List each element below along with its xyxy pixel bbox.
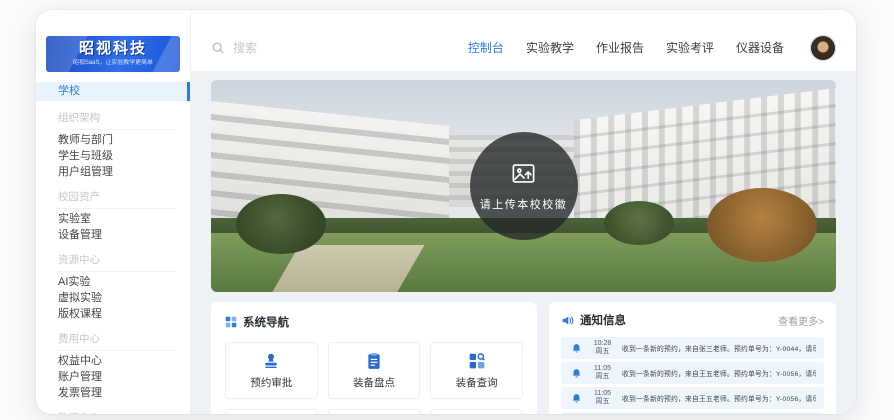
sidebar-item-school[interactable]: 学校 <box>36 82 190 101</box>
notification-row[interactable]: 11:05 周五 收到一条新的预约，来自王五老师。预约单号为：Y-0056，请尽… <box>561 387 824 409</box>
notification-list: 10:28 周五 收到一条新的预约，来自张三老师。预约单号为：Y-0044，请尽… <box>561 337 824 414</box>
grid-icon <box>225 316 237 328</box>
view-more-link[interactable]: 查看更多> <box>778 313 824 328</box>
notification-row[interactable]: 10:28 周五 收到一条新的预约，来自张三老师。预约单号为：Y-0044，请尽… <box>561 337 824 359</box>
tab-instruments[interactable]: 仪器设备 <box>736 39 784 56</box>
bell-icon <box>569 366 583 380</box>
notifications-card: 通知信息 查看更多> 10:28 <box>549 302 836 414</box>
sidebar-item-students-classes[interactable]: 学生与班级 <box>36 148 190 164</box>
stamp-icon <box>262 352 280 370</box>
brand-logo: 昭视科技 昭视SaaS，让实验教学更简单 <box>46 36 180 72</box>
speaker-icon <box>561 314 574 327</box>
sidebar-item-equipment-mgmt[interactable]: 设备管理 <box>36 227 190 243</box>
sidebar: 昭视科技 昭视SaaS，让实验教学更简单 学校 组织架构 教师与部门 学生与班级… <box>36 10 191 414</box>
nav-card-row2-c[interactable] <box>430 409 523 414</box>
image-upload-icon <box>510 160 537 187</box>
tab-console[interactable]: 控制台 <box>468 39 504 56</box>
nav-card-label: 装备查询 <box>456 375 498 390</box>
notification-row[interactable]: 11:05 周五 收到一条新的预约，来自王五老师。预约单号为：Y-0056，请尽… <box>561 412 824 414</box>
notification-time: 11:05 周五 <box>589 390 616 407</box>
sidebar-item-ai-experiment[interactable]: AI实验 <box>36 274 190 290</box>
brand-tagline: 昭视SaaS，让实验教学更简单 <box>56 59 170 67</box>
sidebar-section-data-center: 数据中心 <box>58 410 176 414</box>
sidebar-item-user-groups[interactable]: 用户组管理 <box>36 164 190 180</box>
main-area: 控制台 实验教学 作业报告 实验考评 仪器设备 <box>191 10 856 414</box>
app-window: 昭视科技 昭视SaaS，让实验教学更简单 学校 组织架构 教师与部门 学生与班级… <box>36 10 856 414</box>
notification-time: 10:28 周五 <box>589 340 616 357</box>
sidebar-item-account-mgmt[interactable]: 账户管理 <box>36 369 190 385</box>
clipboard-icon <box>365 352 383 370</box>
search-icon <box>211 41 225 55</box>
sidebar-section-resource-center: 资源中心 <box>58 252 176 272</box>
system-nav-title: 系统导航 <box>243 314 289 330</box>
search-box[interactable] <box>211 40 355 56</box>
sidebar-item-labs[interactable]: 实验室 <box>36 211 190 227</box>
notification-text: 收到一条新的预约，来自王五老师。预约单号为：Y-0056，请尽快处理。 <box>622 393 816 403</box>
notification-time: 11:05 周五 <box>589 365 616 382</box>
system-nav-grid: 预约审批 <box>225 342 523 414</box>
nav-card-row2-b[interactable] <box>328 409 421 414</box>
tab-experiment-eval[interactable]: 实验考评 <box>666 39 714 56</box>
nav-card-label: 装备盘点 <box>353 375 395 390</box>
bell-icon <box>569 341 583 355</box>
grid-search-icon <box>468 352 486 370</box>
sidebar-section-campus-assets: 校园资产 <box>58 189 176 209</box>
sidebar-item-licensed-courses[interactable]: 版权课程 <box>36 306 190 322</box>
sidebar-item-teachers-departments[interactable]: 教师与部门 <box>36 132 190 148</box>
tree-right <box>707 188 817 262</box>
nav-card-approval[interactable]: 预约审批 <box>225 342 318 399</box>
nav-card-label: 预约审批 <box>250 375 292 390</box>
notification-text: 收到一条新的预约，来自张三老师。预约单号为：Y-0044，请尽快处理。 <box>622 343 816 353</box>
sidebar-menu: 学校 组织架构 教师与部门 学生与班级 用户组管理 校园资产 实验室 设备管理 … <box>36 82 190 414</box>
sidebar-item-virtual-experiment[interactable]: 虚拟实验 <box>36 290 190 306</box>
notification-text: 收到一条新的预约，来自王五老师。预约单号为：Y-0056，请尽快处理。 <box>622 368 816 378</box>
nav-card-row2-a[interactable] <box>225 409 318 414</box>
user-avatar[interactable] <box>810 35 836 61</box>
nav-card-query[interactable]: 装备查询 <box>430 342 523 399</box>
content-area: 请上传本校校徽 系统导 <box>191 72 856 414</box>
sidebar-section-organization: 组织架构 <box>58 110 176 130</box>
upload-badge-label: 请上传本校校徽 <box>480 196 568 212</box>
sidebar-item-invoice-mgmt[interactable]: 发票管理 <box>36 385 190 401</box>
tree-middle <box>604 201 674 245</box>
topbar: 控制台 实验教学 作业报告 实验考评 仪器设备 <box>191 10 856 72</box>
tab-homework-report[interactable]: 作业报告 <box>596 39 644 56</box>
tree-left <box>236 194 326 254</box>
nav-card-inventory[interactable]: 装备盘点 <box>328 342 421 399</box>
system-nav-card: 系统导航 预约审批 <box>211 302 537 414</box>
top-tabs: 控制台 实验教学 作业报告 实验考评 仪器设备 <box>468 39 784 56</box>
upload-badge-button[interactable]: 请上传本校校徽 <box>470 132 578 240</box>
campus-banner: 请上传本校校徽 <box>211 80 836 292</box>
notifications-title: 通知信息 <box>580 312 626 328</box>
brand-title: 昭视科技 <box>46 39 180 58</box>
bell-icon <box>569 391 583 405</box>
search-input[interactable] <box>231 40 355 56</box>
tab-experiment-teaching[interactable]: 实验教学 <box>526 39 574 56</box>
sidebar-section-billing-center: 费用中心 <box>58 331 176 351</box>
notification-row[interactable]: 11:05 周五 收到一条新的预约，来自王五老师。预约单号为：Y-0056，请尽… <box>561 362 824 384</box>
sidebar-item-benefits-center[interactable]: 权益中心 <box>36 353 190 369</box>
